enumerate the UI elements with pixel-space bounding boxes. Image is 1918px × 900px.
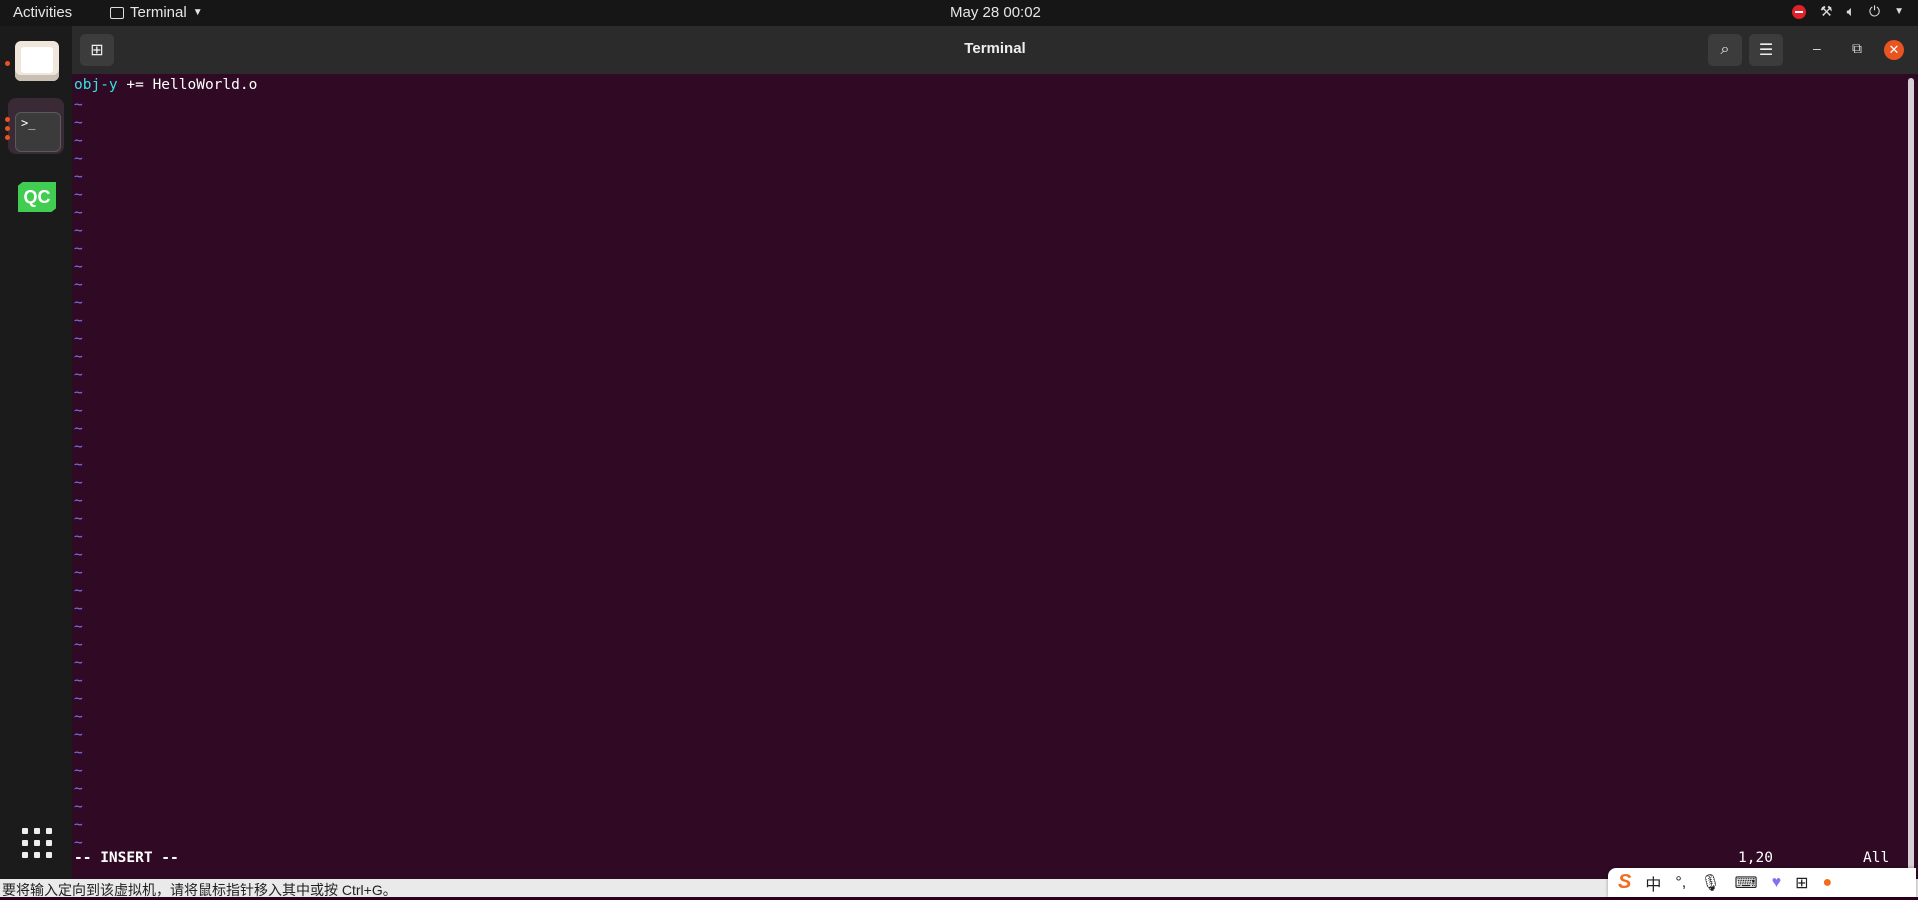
ime-toolbar[interactable]: S 中 °, 🎙︎ ⌨ ♥ ⊞ ● bbox=[1608, 868, 1916, 897]
show-applications-icon[interactable] bbox=[22, 828, 52, 858]
network-icon[interactable]: ⚒ bbox=[1820, 3, 1833, 20]
tilde-marker: ~ bbox=[74, 205, 83, 221]
close-button[interactable]: ✕ bbox=[1884, 40, 1904, 60]
tilde-marker: ~ bbox=[74, 133, 83, 149]
makefile-keyword: obj-y bbox=[74, 77, 118, 93]
tilde-marker: ~ bbox=[74, 313, 83, 329]
tilde-marker: ~ bbox=[74, 511, 83, 527]
tilde-marker: ~ bbox=[74, 565, 83, 581]
activities-button[interactable]: Activities bbox=[13, 4, 72, 21]
dock: >_ QC bbox=[0, 26, 72, 879]
qt-creator-icon[interactable]: QC bbox=[18, 182, 56, 212]
running-indicator bbox=[5, 61, 10, 66]
app-menu[interactable]: Terminal ▼ bbox=[110, 4, 203, 21]
tilde-marker: ~ bbox=[74, 457, 83, 473]
tilde-marker: ~ bbox=[74, 619, 83, 635]
skin-icon[interactable]: ♥ bbox=[1772, 874, 1782, 892]
tilde-marker: ~ bbox=[74, 547, 83, 563]
tilde-marker: ~ bbox=[74, 151, 83, 167]
microphone-icon[interactable]: 🎙︎ bbox=[1700, 873, 1720, 893]
makefile-value: += HelloWorld.o bbox=[117, 77, 258, 93]
power-icon[interactable]: ⏻ bbox=[1869, 3, 1880, 20]
tilde-marker: ~ bbox=[74, 439, 83, 455]
tilde-marker: ~ bbox=[74, 331, 83, 347]
search-icon: ⌕ bbox=[1720, 41, 1730, 58]
window-title: Terminal bbox=[964, 40, 1026, 57]
chinese-mode-toggle[interactable]: 中 bbox=[1645, 871, 1661, 895]
scrollbar[interactable] bbox=[1908, 78, 1914, 875]
tilde-marker: ~ bbox=[74, 673, 83, 689]
clock[interactable]: May 28 00:02 bbox=[950, 4, 1041, 21]
toolbox-icon[interactable]: ⊞ bbox=[1795, 873, 1808, 893]
keyboard-icon[interactable]: ⌨ bbox=[1735, 873, 1758, 893]
tilde-marker: ~ bbox=[74, 475, 83, 491]
tilde-marker: ~ bbox=[74, 385, 83, 401]
system-tray[interactable]: ⚒ 🔈︎ ⏻ ▼ bbox=[1792, 3, 1904, 20]
tilde-marker: ~ bbox=[74, 97, 83, 113]
do-not-disturb-icon[interactable] bbox=[1792, 4, 1807, 19]
tilde-marker: ~ bbox=[74, 241, 83, 257]
files-icon[interactable] bbox=[15, 41, 59, 81]
menu-button[interactable]: ☰ bbox=[1749, 34, 1783, 66]
vm-hint-message: 要将输入定向到该虚拟机，请将鼠标指针移入其中或按 Ctrl+G。 bbox=[2, 882, 397, 898]
tilde-marker: ~ bbox=[74, 583, 83, 599]
cursor-position: 1,20 bbox=[1738, 850, 1773, 866]
vim-mode-indicator: -- INSERT -- bbox=[74, 850, 179, 866]
chevron-down-icon: ▼ bbox=[192, 7, 203, 18]
buffer-line-1: obj-y += HelloWorld.o bbox=[74, 77, 257, 93]
tilde-marker: ~ bbox=[74, 295, 83, 311]
running-indicator bbox=[5, 135, 10, 140]
minimize-button[interactable]: – bbox=[1813, 40, 1821, 56]
tilde-marker: ~ bbox=[74, 403, 83, 419]
hamburger-icon: ☰ bbox=[1758, 42, 1774, 59]
chevron-down-icon[interactable]: ▼ bbox=[1894, 6, 1904, 17]
app-menu-label: Terminal bbox=[130, 4, 187, 21]
tilde-marker: ~ bbox=[74, 799, 83, 815]
restore-button[interactable]: ⧉ bbox=[1852, 40, 1862, 57]
tilde-marker: ~ bbox=[74, 763, 83, 779]
tilde-marker: ~ bbox=[74, 529, 83, 545]
volume-icon[interactable]: 🔈︎ bbox=[1847, 3, 1855, 20]
tilde-marker: ~ bbox=[74, 349, 83, 365]
tilde-marker: ~ bbox=[74, 781, 83, 797]
terminal-headerbar: ⊞ Terminal ⌕ ☰ – ⧉ ✕ bbox=[72, 26, 1918, 74]
running-indicator bbox=[5, 117, 10, 122]
search-button[interactable]: ⌕ bbox=[1708, 34, 1742, 66]
terminal-content[interactable]: obj-y += HelloWorld.o ~ ~ ~ ~ ~ ~ ~ ~ ~ ~ ~ ~ ~ ~ ~ ~ ~ ~… bbox=[72, 74, 1918, 879]
terminal-app-icon bbox=[110, 6, 124, 19]
tilde-marker: ~ bbox=[74, 745, 83, 761]
terminal-icon[interactable]: >_ bbox=[15, 112, 61, 152]
tilde-marker: ~ bbox=[74, 709, 83, 725]
punctuation-toggle[interactable]: °, bbox=[1675, 874, 1686, 892]
terminal-glyph: >_ bbox=[21, 116, 36, 130]
tilde-marker: ~ bbox=[74, 187, 83, 203]
tilde-marker: ~ bbox=[74, 727, 83, 743]
tilde-marker: ~ bbox=[74, 115, 83, 131]
tilde-marker: ~ bbox=[74, 655, 83, 671]
tilde-marker: ~ bbox=[74, 169, 83, 185]
tilde-marker: ~ bbox=[74, 493, 83, 509]
tilde-marker: ~ bbox=[74, 421, 83, 437]
tilde-marker: ~ bbox=[74, 259, 83, 275]
tilde-marker: ~ bbox=[74, 601, 83, 617]
top-bar: Activities Terminal ▼ May 28 00:02 ⚒ 🔈︎ … bbox=[0, 0, 1918, 26]
tilde-marker: ~ bbox=[74, 691, 83, 707]
tilde-marker: ~ bbox=[74, 223, 83, 239]
mascot-icon[interactable]: ● bbox=[1823, 874, 1833, 892]
tilde-marker: ~ bbox=[74, 367, 83, 383]
tilde-marker: ~ bbox=[74, 637, 83, 653]
scroll-indicator: All bbox=[1863, 850, 1890, 866]
running-indicator bbox=[5, 126, 10, 131]
sogou-logo-icon[interactable]: S bbox=[1618, 871, 1631, 894]
tilde-marker: ~ bbox=[74, 817, 83, 833]
tilde-marker: ~ bbox=[74, 277, 83, 293]
